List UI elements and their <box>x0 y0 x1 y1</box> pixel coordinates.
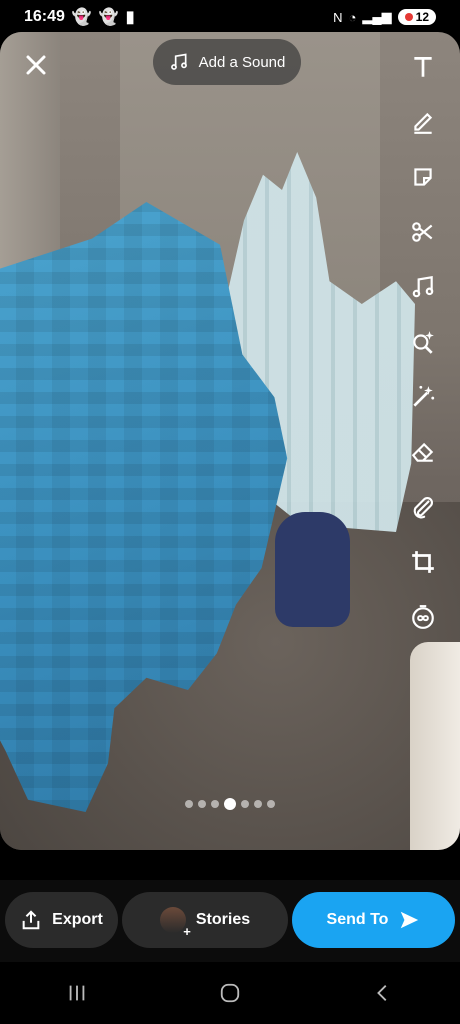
magic-wand-tool-icon <box>413 385 435 407</box>
pen-tool-icon <box>414 112 433 134</box>
battery-indicator: 12 <box>397 9 436 25</box>
battery-level: 12 <box>415 10 429 24</box>
close-icon <box>26 55 46 75</box>
export-label: Export <box>52 911 103 928</box>
send-to-label: Send To <box>326 911 389 928</box>
battery-low-dot <box>404 13 413 21</box>
filter-pagination-dots <box>0 798 460 810</box>
editor-toolbar <box>406 50 440 655</box>
timer-tool-icon <box>412 605 434 629</box>
magic-wand-tool-button[interactable] <box>406 380 440 414</box>
signal-icon: ▂▄▆ <box>362 9 392 24</box>
pagination-dot[interactable] <box>185 800 193 808</box>
wifi-icon: ◔ <box>348 9 357 25</box>
add-sound-label: Add a Sound <box>198 53 286 71</box>
export-icon <box>22 910 40 930</box>
crop-tool-button[interactable] <box>406 545 440 579</box>
stories-label: Stories <box>195 911 251 928</box>
text-tool-button[interactable] <box>406 50 440 84</box>
lens-search-tool-button[interactable] <box>406 325 440 359</box>
export-button[interactable]: Export <box>5 892 118 948</box>
eraser-tool-button[interactable] <box>406 435 440 469</box>
status-bar: 16:49 👻 👻 ▮ N ◔ ▂▄▆ 12 <box>0 0 460 34</box>
snapchat-icon: 👻 <box>98 9 119 26</box>
system-navigation-bar <box>0 962 460 1024</box>
close-button[interactable] <box>22 52 50 80</box>
scissors-tool-button[interactable] <box>406 215 440 249</box>
snapchat-icon: 👻 <box>71 9 92 26</box>
battery-icon: ▮ <box>125 9 135 26</box>
home-icon <box>220 983 240 1003</box>
crop-tool-icon <box>412 551 434 573</box>
stories-button[interactable]: Stories <box>122 892 288 948</box>
paperclip-tool-button[interactable] <box>406 490 440 524</box>
home-button[interactable] <box>210 973 250 1013</box>
paperclip-tool-icon <box>413 497 433 519</box>
send-to-button[interactable]: Send To <box>292 892 455 948</box>
sticker-tool-icon <box>414 168 432 186</box>
pagination-dot[interactable] <box>211 800 219 808</box>
music-note-icon <box>170 53 187 70</box>
photo-dark-blue-toy <box>275 512 350 627</box>
text-tool-icon <box>414 56 432 77</box>
lens-search-tool-icon <box>413 331 434 354</box>
avatar <box>159 907 191 939</box>
music-tool-icon <box>412 275 434 298</box>
pagination-dot-active[interactable] <box>224 798 236 810</box>
pagination-dot[interactable] <box>241 800 249 808</box>
timer-tool-button[interactable] <box>406 600 440 634</box>
clock: 16:49 <box>24 8 65 25</box>
pen-tool-button[interactable] <box>406 105 440 139</box>
pagination-dot[interactable] <box>198 800 206 808</box>
music-tool-button[interactable] <box>406 270 440 304</box>
nfc-icon: N <box>333 9 343 25</box>
back-icon <box>377 985 387 1001</box>
pagination-dot[interactable] <box>254 800 262 808</box>
recents-icon <box>69 985 84 1001</box>
bottom-action-bar: Export Stories Send To <box>0 880 460 962</box>
sticker-tool-button[interactable] <box>406 160 440 194</box>
add-sound-button[interactable]: Add a Sound <box>153 39 301 85</box>
recents-button[interactable] <box>57 973 97 1013</box>
status-left: 16:49 👻 👻 ▮ <box>24 7 135 27</box>
eraser-tool-icon <box>411 442 434 462</box>
send-arrow-icon <box>401 911 419 929</box>
snap-photo-canvas[interactable] <box>0 32 460 850</box>
photo-bed-corner <box>410 642 460 850</box>
back-button[interactable] <box>363 973 403 1013</box>
scissors-tool-icon <box>412 222 433 242</box>
status-right: N ◔ ▂▄▆ 12 <box>333 9 436 25</box>
pagination-dot[interactable] <box>267 800 275 808</box>
